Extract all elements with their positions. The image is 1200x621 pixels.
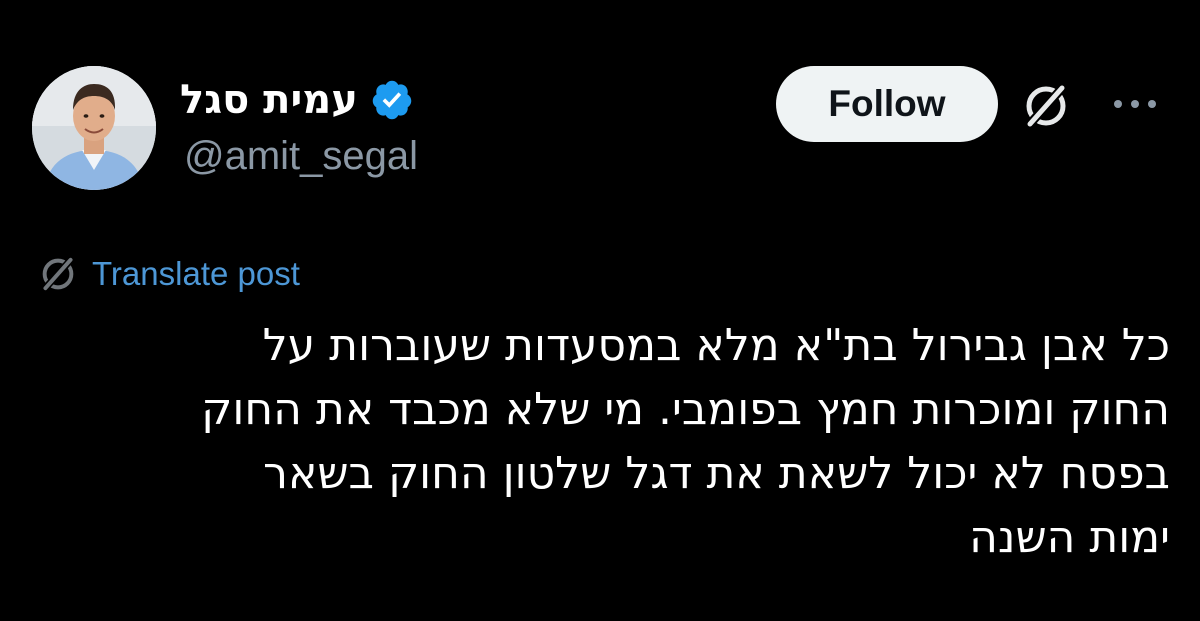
grok-icon <box>41 255 75 293</box>
more-icon[interactable] <box>1112 96 1158 112</box>
translate-post-label: Translate post <box>92 255 300 292</box>
avatar[interactable] <box>32 66 156 190</box>
follow-button[interactable]: Follow <box>776 66 998 142</box>
verified-badge-icon <box>372 80 412 120</box>
post-text-line: כל אבן גבירול בת"א מלא במסעדות שעוברות ע… <box>262 320 1170 371</box>
author-name-row: עמית סגל <box>180 72 414 128</box>
avatar-image <box>32 66 156 190</box>
post-text-line: ימות השנה <box>969 512 1170 563</box>
post-text: כל אבן גבירול בת"א מלא במסעדות שעוברות ע… <box>60 314 1170 570</box>
translate-post-link[interactable]: Translate post <box>36 250 300 298</box>
grok-icon[interactable] <box>1018 78 1074 134</box>
post: עמית סגל @amit_segal Follow Translate po… <box>0 0 1200 621</box>
author-handle[interactable]: @amit_segal <box>184 134 418 179</box>
display-name[interactable]: עמית סגל <box>180 77 358 123</box>
post-text-line: בפסח לא יכול לשאת את דגל שלטון החוק בשאר <box>263 448 1170 499</box>
post-text-line: החוק ומוכרות חמץ בפומבי. מי שלא מכבד את … <box>201 384 1170 435</box>
